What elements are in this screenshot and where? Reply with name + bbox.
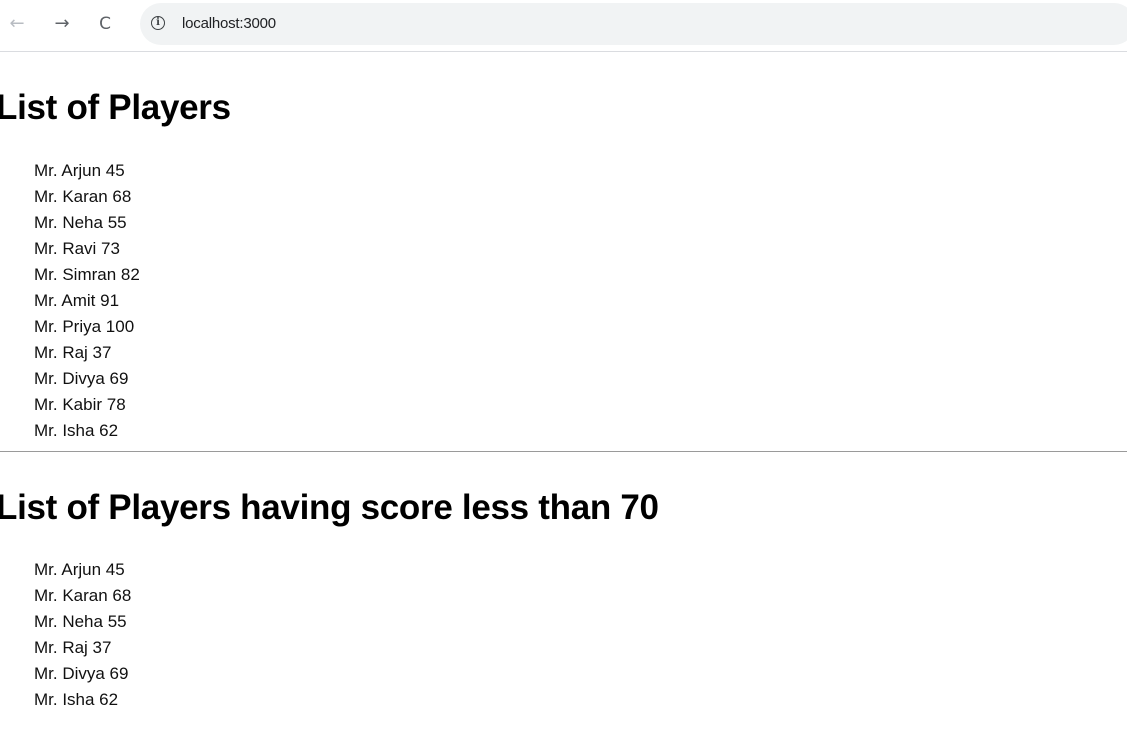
list-item: Mr. Arjun 45 — [34, 161, 125, 180]
forward-arrow-icon[interactable]: → — [51, 13, 73, 35]
address-bar[interactable]: i localhost:3000 — [140, 3, 1127, 45]
reload-icon[interactable]: C — [94, 13, 116, 35]
page-title-low-scores: List of Players having score less than 7… — [0, 488, 659, 527]
list-item: Mr. Ravi 73 — [34, 239, 120, 258]
list-item: Mr. Arjun 45 — [34, 560, 125, 579]
list-item: Mr. Raj 37 — [34, 343, 112, 362]
back-arrow-icon[interactable]: ← — [6, 13, 28, 35]
list-item: Mr. Karan 68 — [34, 187, 132, 206]
list-item: Mr. Isha 62 — [34, 421, 119, 440]
list-item: Mr. Amit 91 — [34, 291, 120, 310]
site-info-icon[interactable]: i — [151, 16, 165, 30]
all-players-list: Mr. Arjun 45 Mr. Karan 68 Mr. Neha 55 Mr… — [34, 158, 140, 444]
list-item: Mr. Isha 62 — [34, 690, 119, 709]
list-item: Mr. Priya 100 — [34, 317, 135, 336]
list-item: Mr. Neha 55 — [34, 213, 127, 232]
list-item: Mr. Divya 69 — [34, 664, 129, 683]
list-item: Mr. Divya 69 — [34, 369, 129, 388]
list-item: Mr. Simran 82 — [34, 265, 140, 284]
list-item: Mr. Raj 37 — [34, 638, 112, 657]
url-text[interactable]: localhost:3000 — [182, 15, 276, 32]
page-title-all-players: List of Players — [0, 88, 231, 127]
list-item: Mr. Kabir 78 — [34, 395, 126, 414]
low-score-players-list: Mr. Arjun 45 Mr. Karan 68 Mr. Neha 55 Mr… — [34, 557, 131, 713]
browser-toolbar: ← → C i localhost:3000 — [0, 0, 1127, 52]
horizontal-rule — [0, 451, 1127, 452]
list-item: Mr. Karan 68 — [34, 586, 132, 605]
list-item: Mr. Neha 55 — [34, 612, 127, 631]
